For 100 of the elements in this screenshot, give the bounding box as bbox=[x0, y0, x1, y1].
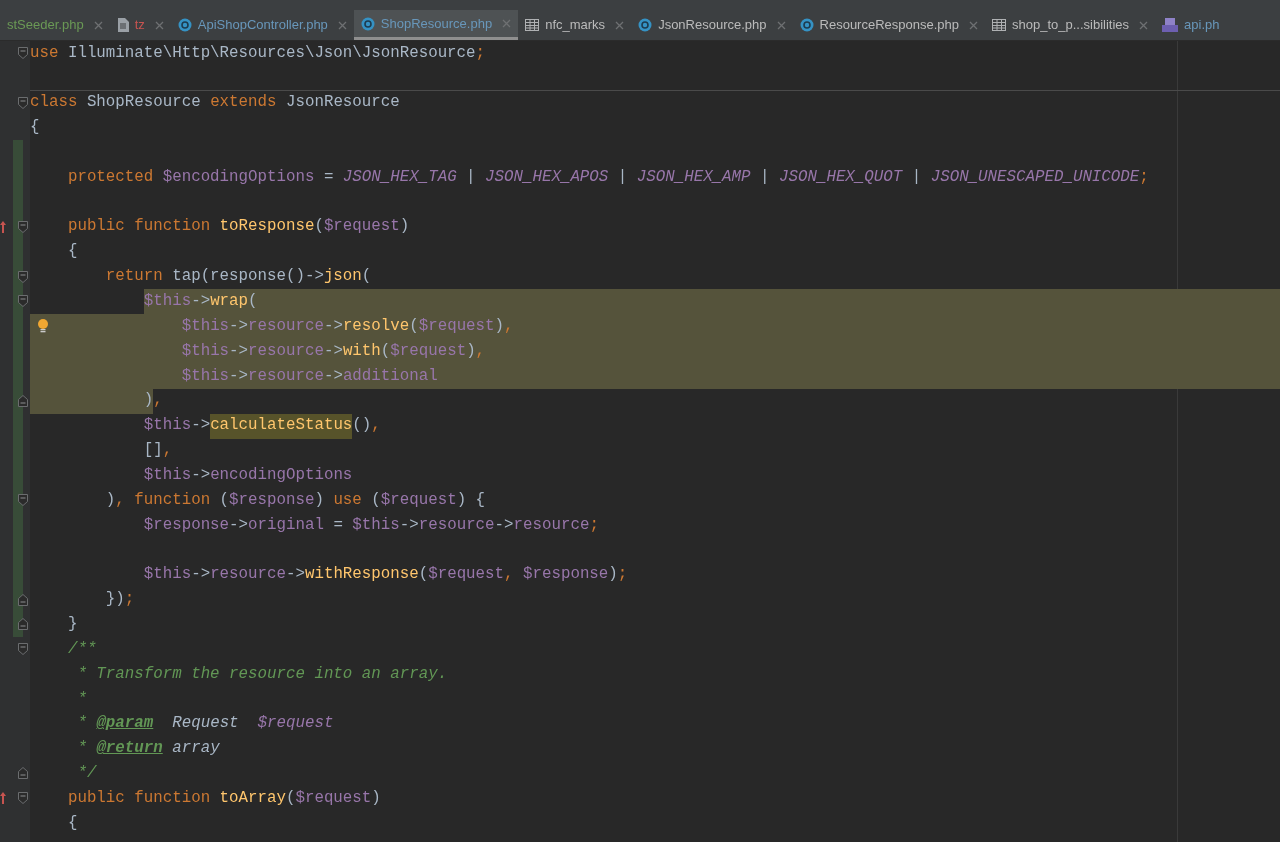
code-token: withResponse bbox=[304, 564, 419, 586]
code-token: $request bbox=[257, 713, 334, 735]
fold-icon[interactable] bbox=[18, 270, 28, 283]
lightbulb-icon[interactable] bbox=[37, 319, 49, 334]
editor-tab[interactable]: stSeeder.php bbox=[0, 10, 110, 40]
code-token: array bbox=[172, 738, 220, 760]
code-token: -> bbox=[229, 365, 249, 387]
close-icon[interactable] bbox=[1139, 20, 1149, 30]
editor-tab[interactable]: JsonResource.php bbox=[631, 10, 793, 40]
fold-end-icon[interactable] bbox=[18, 618, 28, 631]
code-token: } bbox=[67, 614, 78, 635]
code-token: -> bbox=[323, 365, 343, 387]
code-token: $request bbox=[428, 564, 505, 586]
code-token: ) bbox=[314, 489, 325, 511]
code-token: -> bbox=[229, 514, 249, 536]
editor-tab[interactable]: ApiShopController.php bbox=[170, 10, 354, 40]
fold-icon[interactable] bbox=[18, 792, 28, 805]
tab-label: ShopResource.php bbox=[380, 14, 493, 33]
class-icon bbox=[799, 18, 814, 32]
class-icon bbox=[638, 18, 653, 32]
code-token: $this bbox=[181, 315, 230, 337]
override-arrow-icon[interactable] bbox=[0, 792, 6, 805]
tab-label: ResourceResponse.php bbox=[819, 16, 959, 35]
code-token: encodingOptions bbox=[210, 464, 353, 486]
editor-tab[interactable]: api.ph bbox=[1155, 10, 1227, 40]
close-icon[interactable] bbox=[93, 20, 103, 30]
code-token: ) bbox=[608, 564, 618, 586]
code-token: resource bbox=[513, 514, 590, 536]
code-token: protected bbox=[67, 166, 155, 188]
fold-end-icon[interactable] bbox=[18, 767, 28, 780]
code-token: Request bbox=[172, 713, 240, 735]
fold-icon[interactable] bbox=[18, 47, 28, 59]
code-token: ; bbox=[617, 564, 628, 586]
editor-tab[interactable]: ResourceResponse.php bbox=[792, 10, 985, 40]
code-token: ( bbox=[285, 787, 296, 809]
code-token: calculateStatus bbox=[210, 413, 353, 439]
code-token: @param bbox=[96, 713, 154, 735]
editor-tab[interactable]: tz bbox=[109, 10, 171, 40]
code-token: ( bbox=[380, 340, 391, 362]
code-token: @return bbox=[96, 738, 163, 760]
close-icon[interactable] bbox=[337, 20, 347, 30]
fold-icon[interactable] bbox=[18, 494, 28, 507]
code-token: | bbox=[760, 166, 771, 188]
code-token: ( bbox=[248, 291, 258, 312]
code-token: = bbox=[333, 514, 344, 536]
code-token: { bbox=[67, 812, 78, 834]
table-icon bbox=[992, 19, 1006, 31]
code-token: wrap bbox=[210, 291, 249, 312]
code-token: resource bbox=[248, 340, 324, 362]
tab-label: tz bbox=[134, 16, 145, 35]
code-token: ) bbox=[466, 340, 476, 362]
code-token: -> bbox=[323, 315, 343, 337]
code-token: -> bbox=[191, 415, 211, 437]
fold-end-icon[interactable] bbox=[18, 593, 28, 606]
code-token: JsonResource bbox=[286, 92, 400, 114]
code-token: JSON_HEX_TAG bbox=[342, 166, 457, 188]
code-token: ( bbox=[314, 216, 324, 238]
code-token: * Transform the resource into an array. bbox=[77, 663, 448, 685]
close-icon[interactable] bbox=[969, 20, 978, 30]
code-token: public function bbox=[67, 787, 212, 809]
fold-icon[interactable] bbox=[18, 96, 28, 109]
code-token: -> bbox=[191, 564, 211, 586]
fold-icon[interactable] bbox=[18, 643, 28, 656]
code-token: -> bbox=[191, 464, 211, 486]
code-token: ; bbox=[475, 42, 486, 64]
tab-label: JsonResource.php bbox=[658, 16, 767, 35]
code-token: , bbox=[504, 315, 514, 337]
code-token: , bbox=[153, 390, 163, 412]
code-token: = bbox=[323, 166, 335, 188]
code-token: $response bbox=[523, 564, 609, 586]
code-token: * bbox=[77, 738, 88, 760]
tab-label: nfc_marks bbox=[545, 16, 606, 35]
close-icon[interactable] bbox=[615, 20, 625, 30]
editor-tab[interactable]: shop_to_p...sibilities bbox=[985, 10, 1156, 40]
code-token: , function bbox=[115, 489, 212, 511]
code-token: $response bbox=[229, 489, 315, 511]
close-icon[interactable] bbox=[502, 19, 512, 28]
code-token: resource bbox=[210, 564, 286, 586]
close-icon[interactable] bbox=[776, 20, 786, 30]
code-token: -> bbox=[229, 340, 249, 362]
code-token: Illuminate\Http\Resources\Json\JsonResource bbox=[67, 42, 476, 64]
code-token: with bbox=[342, 340, 381, 362]
code-token: JSON_HEX_APOS bbox=[485, 166, 609, 188]
code-token: -> bbox=[494, 514, 514, 536]
code-token: ( bbox=[361, 266, 372, 288]
code-token: ) bbox=[399, 216, 410, 238]
fold-icon[interactable] bbox=[18, 220, 28, 233]
override-arrow-icon[interactable] bbox=[0, 220, 6, 233]
code-token: -> bbox=[286, 564, 305, 586]
editor-tab[interactable]: ShopResource.php bbox=[353, 10, 519, 40]
code-token: $request bbox=[323, 216, 400, 238]
code-token: ) bbox=[494, 315, 505, 337]
code-token: -> bbox=[323, 340, 343, 362]
close-icon[interactable] bbox=[154, 20, 164, 30]
code-token: $response bbox=[143, 514, 230, 536]
code-token: json bbox=[323, 266, 362, 288]
editor-tab[interactable]: nfc_marks bbox=[518, 10, 632, 40]
fold-end-icon[interactable] bbox=[18, 394, 28, 407]
code-token: resource bbox=[248, 365, 324, 387]
fold-icon[interactable] bbox=[18, 295, 28, 308]
